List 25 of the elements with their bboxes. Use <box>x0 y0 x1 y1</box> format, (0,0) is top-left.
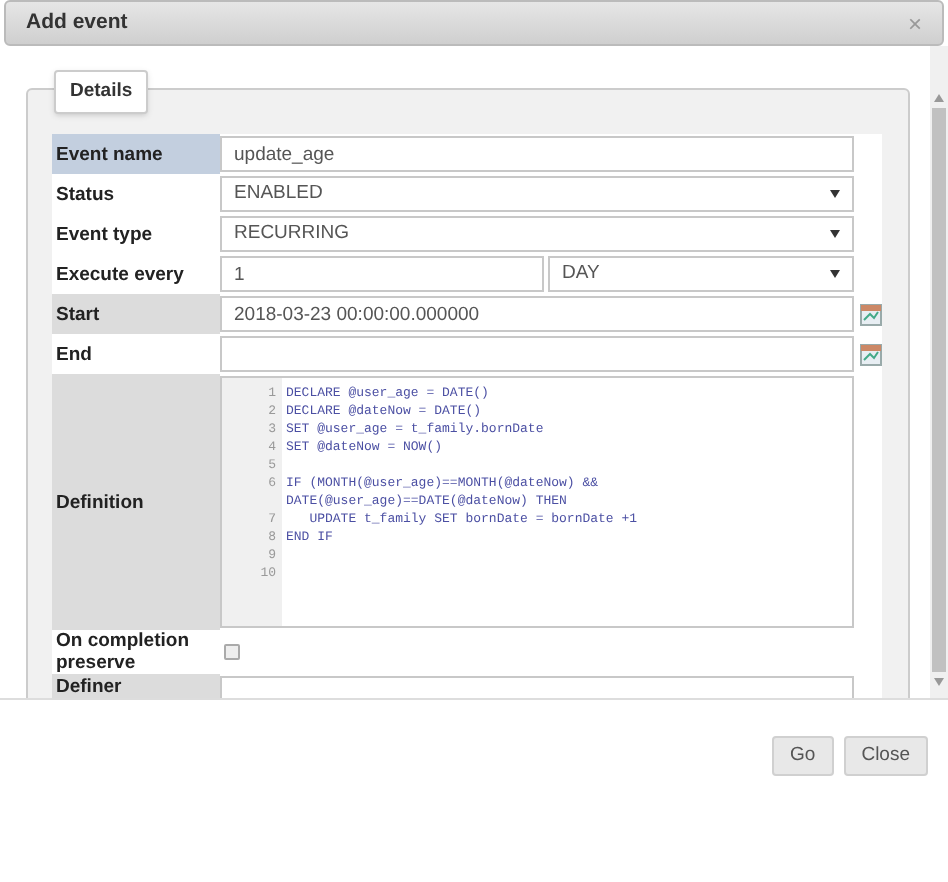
select-field[interactable]: ENABLED <box>220 176 854 212</box>
unit-select[interactable]: DAY <box>548 256 854 292</box>
scroll-up-icon[interactable] <box>934 94 944 102</box>
select-field[interactable]: RECURRING <box>220 216 854 252</box>
caret-icon <box>830 230 840 238</box>
calendar-icon[interactable] <box>860 303 882 325</box>
code-editor[interactable] <box>220 376 854 628</box>
scroll-down-icon[interactable] <box>934 678 944 686</box>
date-field[interactable] <box>220 336 854 372</box>
text-field[interactable]: update_age <box>220 136 854 172</box>
caret-icon <box>830 190 840 198</box>
date-field[interactable]: 2018-03-23 00:00:00.000000 <box>220 296 854 332</box>
scrollbar[interactable] <box>930 46 948 698</box>
field-label: Event name <box>52 134 220 174</box>
dialog-button[interactable]: Close <box>843 736 928 776</box>
dialog-button[interactable]: Go <box>772 736 834 776</box>
checkbox[interactable] <box>224 644 240 660</box>
field-label: Definition <box>52 374 220 630</box>
calendar-icon[interactable] <box>860 343 882 365</box>
number-field[interactable]: 1 <box>220 256 544 292</box>
field-label: Start <box>52 294 220 334</box>
details-legend: Details <box>54 70 149 115</box>
field-label: Definer <box>52 674 220 698</box>
window-title: Add event <box>26 7 128 38</box>
caret-icon <box>830 270 840 278</box>
